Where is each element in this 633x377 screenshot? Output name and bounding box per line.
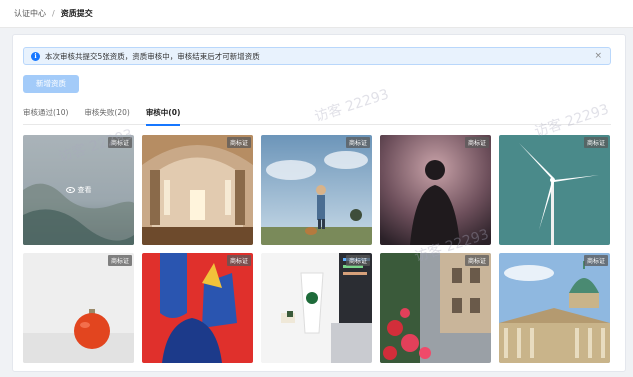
breadcrumb: 认证中心 / 资质提交 [0, 0, 633, 28]
breadcrumb-home[interactable]: 认证中心 [14, 8, 46, 19]
trademark-badge: 商标证 [583, 137, 608, 148]
trademark-badge: 商标证 [107, 255, 132, 266]
tab-pending[interactable]: 审核中(0) [145, 103, 180, 126]
portrait-silhouette-image [380, 135, 491, 245]
red-blue-art-image [142, 253, 253, 363]
trademark-badge: 商标证 [583, 255, 608, 266]
red-ornament-image [23, 253, 134, 363]
domed-building-image [499, 253, 610, 363]
image-card[interactable]: 商标证 [380, 135, 491, 245]
trademark-badge: 商标证 [345, 137, 370, 148]
image-card[interactable]: 商标证 [142, 253, 253, 363]
image-card[interactable]: 商标证 [23, 253, 134, 363]
trademark-badge: 商标证 [464, 255, 489, 266]
trademark-badge: 商标证 [226, 255, 251, 266]
image-card[interactable]: 商标证 [142, 135, 253, 245]
image-card[interactable]: 商标证 [499, 253, 610, 363]
alert-text: 本次审核共提交5张资质，资质审核中，审核结束后才可新增资质 [45, 51, 260, 61]
wind-turbine-image [499, 135, 610, 245]
close-icon[interactable]: × [594, 51, 602, 61]
tab-rejected[interactable]: 审核失败(20) [84, 103, 129, 125]
laptop-coffee-image [261, 253, 372, 363]
info-icon: i [31, 51, 40, 61]
image-card[interactable]: 商标证 [261, 135, 372, 245]
eye-icon [65, 187, 75, 193]
add-qualification-button[interactable]: 新增资质 [23, 75, 79, 93]
trademark-badge: 商标证 [345, 255, 370, 266]
image-card[interactable]: 商标证 [499, 135, 610, 245]
person-with-dog-image [261, 135, 372, 245]
image-card[interactable]: 查看 商标证 [23, 135, 134, 245]
trademark-badge: 商标证 [226, 137, 251, 148]
info-alert: i 本次审核共提交5张资质，资质审核中，审核结束后才可新增资质 × [23, 47, 611, 65]
image-card[interactable]: 商标证 [380, 253, 491, 363]
church-interior-image [142, 135, 253, 245]
trademark-badge: 商标证 [464, 137, 489, 148]
view-overlay[interactable]: 查看 [23, 135, 134, 245]
tab-approved[interactable]: 审核通过(10) [23, 103, 68, 125]
image-card[interactable]: 商标证 [261, 253, 372, 363]
breadcrumb-current: 资质提交 [60, 9, 93, 18]
view-label: 查看 [77, 186, 92, 194]
image-grid: 查看 商标证 商标证 商标证 商标证 商标证 商标证 商标证 商标证 商标证 商… [23, 135, 615, 363]
tab-bar: 审核通过(10) 审核失败(20) 审核中(0) [23, 103, 611, 126]
flowered-street-image [380, 253, 491, 363]
trademark-badge: 商标证 [107, 137, 132, 148]
breadcrumb-separator: / [52, 9, 55, 18]
content-panel: i 本次审核共提交5张资质，资质审核中，审核结束后才可新增资质 × 新增资质 审… [12, 34, 626, 372]
